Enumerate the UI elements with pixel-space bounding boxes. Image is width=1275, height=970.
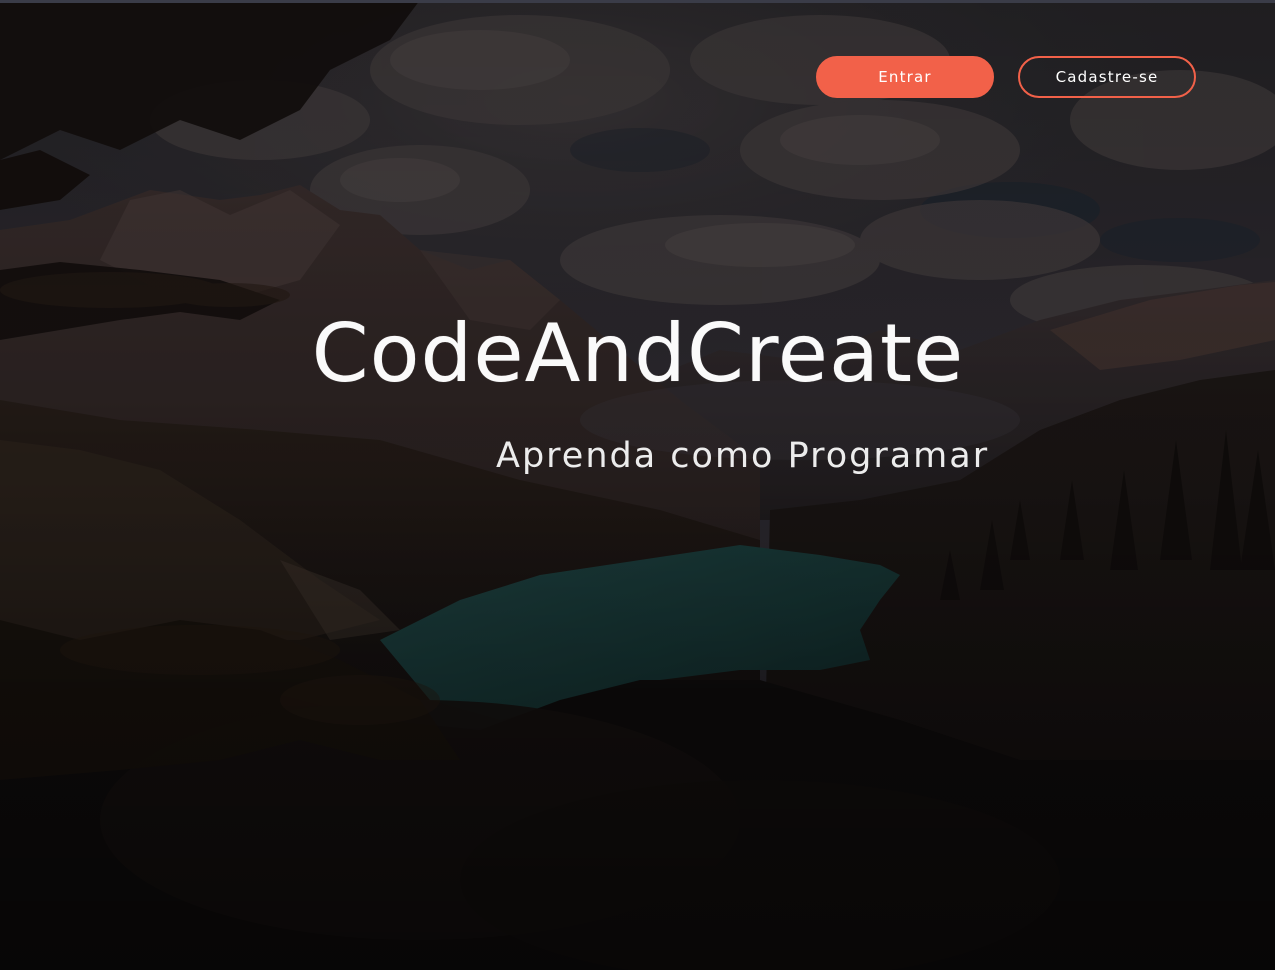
hero-section: Entrar Cadastre-se CodeAndCreate Aprenda… bbox=[0, 0, 1275, 970]
site-title-text: CodeAndCreate bbox=[311, 307, 965, 400]
signup-button[interactable]: Cadastre-se bbox=[1018, 56, 1196, 98]
site-title: CodeAndCreate bbox=[0, 304, 1275, 404]
login-button[interactable]: Entrar bbox=[816, 56, 994, 98]
site-subtitle: Aprenda como Programar bbox=[496, 436, 990, 476]
background-landscape-image bbox=[0, 0, 1275, 970]
top-border bbox=[0, 0, 1275, 3]
